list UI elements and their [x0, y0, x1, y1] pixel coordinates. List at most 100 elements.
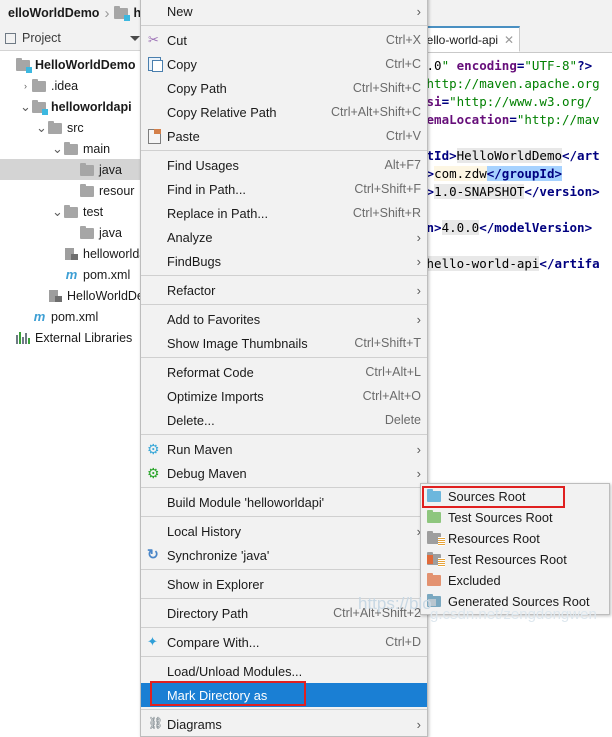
menu-item-analyze[interactable]: Analyze › [141, 225, 427, 249]
close-icon[interactable]: ✕ [504, 33, 514, 47]
menu-item-copy[interactable]: Copy Ctrl+C [141, 52, 427, 76]
module-file-icon [48, 289, 63, 303]
tree-item-pom-xml[interactable]: m pom.xml [0, 306, 145, 327]
chevron-down-icon[interactable] [130, 35, 140, 41]
menu-item-shortcut: Delete [384, 413, 421, 427]
tree-item-external-libraries[interactable]: External Libraries [0, 327, 145, 348]
menu-item-shortcut: Ctrl+Alt+L [365, 365, 421, 379]
folder-module-icon [32, 99, 48, 115]
submenu-item-sources-root[interactable]: Sources Root [421, 486, 609, 507]
tree-item-label: External Libraries [35, 330, 133, 345]
menu-item-compare-with[interactable]: ✦ Compare With... Ctrl+D [141, 630, 427, 654]
tree-item-test[interactable]: ⌄ test [0, 201, 145, 222]
menu-item-refactor[interactable]: Refactor › [141, 278, 427, 302]
menu-item-new[interactable]: New › [141, 0, 427, 23]
tree-item-java[interactable]: java [0, 222, 145, 243]
menu-item-find-usages[interactable]: Find Usages Alt+F7 [141, 153, 427, 177]
project-panel-title: Project [22, 31, 61, 45]
tree-item-helloworldap[interactable]: helloworldap [0, 243, 145, 264]
collapse-arrow-icon[interactable]: ⌄ [51, 205, 64, 218]
menu-item-load-unload-modules[interactable]: Load/Unload Modules... [141, 659, 427, 683]
menu-item-reformat-code[interactable]: Reformat Code Ctrl+Alt+L [141, 360, 427, 384]
menu-icon-slot [145, 494, 167, 510]
menu-separator [141, 275, 427, 276]
collapse-arrow-icon[interactable]: ⌄ [51, 142, 64, 155]
menu-item-shortcut: Ctrl+Shift+C [352, 81, 421, 95]
menu-item-cut[interactable]: ✂ Cut Ctrl+X [141, 28, 427, 52]
code-line: hemaLocation="http://mav [419, 112, 600, 127]
menu-separator [141, 709, 427, 710]
menu-icon-slot [145, 576, 167, 592]
mark-directory-as-submenu[interactable]: Sources Root Test Sources Root Resources R… [420, 483, 610, 615]
menu-item-label: Build Module 'helloworldapi' [167, 494, 325, 510]
breadcrumb-item-project[interactable]: elloWorldDemo [0, 0, 103, 26]
folder-plain-icon [80, 225, 95, 240]
menu-icon-slot [145, 663, 167, 679]
context-menu[interactable]: New › ✂ Cut Ctrl+X Copy Ctrl+C Copy Path Ctrl+Sh… [140, 0, 428, 737]
menu-item-findbugs[interactable]: FindBugs › [141, 249, 427, 273]
submenu-arrow-icon: › [416, 523, 421, 539]
menu-icon-slot [145, 157, 167, 173]
tree-item-pom-xml[interactable]: m pom.xml [0, 264, 145, 285]
tree-item-label: HelloWorldDemo [35, 57, 136, 72]
menu-item-copy-relative-path[interactable]: Copy Relative Path Ctrl+Alt+Shift+C [141, 100, 427, 124]
code-content[interactable]: 1.0" encoding="UTF-8"?> "http://maven.apa… [418, 53, 612, 273]
submenu-item-label: Test Resources Root [448, 552, 567, 567]
menu-icon-slot [145, 253, 167, 269]
menu-item-debug-maven[interactable]: ⚙ Debug Maven › [141, 461, 427, 485]
tree-item-helloworlddemo[interactable]: HelloWorldDemo [0, 285, 145, 306]
menu-icon-slot [145, 205, 167, 221]
menu-item-find-in-path[interactable]: Find in Path... Ctrl+Shift+F [141, 177, 427, 201]
submenu-arrow-icon: › [416, 253, 421, 269]
tree-item-src[interactable]: ⌄ src [0, 117, 145, 138]
menu-item-copy-path[interactable]: Copy Path Ctrl+Shift+C [141, 76, 427, 100]
submenu-item-resources-root[interactable]: Resources Root [421, 528, 609, 549]
menu-item-local-history[interactable]: Local History › [141, 519, 427, 543]
submenu-item-test-sources-root[interactable]: Test Sources Root [421, 507, 609, 528]
submenu-item-excluded[interactable]: Excluded [421, 570, 609, 591]
menu-item-show-in-explorer[interactable]: Show in Explorer [141, 572, 427, 596]
collapse-arrow-icon[interactable]: ⌄ [35, 121, 48, 134]
expand-arrow-icon[interactable]: › [19, 81, 32, 91]
menu-icon-slot [145, 687, 167, 703]
tree-item-helloworldapi[interactable]: ⌄ helloworldapi [0, 96, 145, 117]
menu-item-synchronize-java[interactable]: ↻ Synchronize 'java' [141, 543, 427, 567]
menu-item-optimize-imports[interactable]: Optimize Imports Ctrl+Alt+O [141, 384, 427, 408]
tab-hello-world-api[interactable]: hello-world-api ✕ [418, 26, 521, 52]
tree-item-java[interactable]: java [0, 159, 145, 180]
menu-item-label: FindBugs [167, 253, 222, 269]
tree-item-label: pom.xml [83, 267, 131, 282]
menu-item-run-maven[interactable]: ⚙ Run Maven › [141, 437, 427, 461]
project-panel-header[interactable]: Project [0, 26, 145, 51]
menu-item-show-image-thumbnails[interactable]: Show Image Thumbnails Ctrl+Shift+T [141, 331, 427, 355]
menu-item-delete[interactable]: Delete... Delete [141, 408, 427, 432]
menu-item-label: Delete... [167, 412, 215, 428]
menu-separator [141, 656, 427, 657]
menu-item-mark-directory-as[interactable]: Mark Directory as [141, 683, 427, 707]
collapse-arrow-icon[interactable]: ⌄ [19, 100, 32, 113]
menu-icon-slot [145, 80, 167, 96]
menu-item-add-to-favorites[interactable]: Add to Favorites › [141, 307, 427, 331]
menu-icon-slot [145, 3, 167, 19]
menu-icon-slot [145, 605, 167, 621]
menu-item-diagrams[interactable]: ⛓ Diagrams › [141, 712, 427, 736]
submenu-arrow-icon: › [416, 311, 421, 327]
module-file-icon [64, 247, 79, 261]
breadcrumb-separator: › [104, 4, 110, 22]
menu-item-shortcut: Ctrl+Alt+O [362, 389, 421, 403]
tree-item-main[interactable]: ⌄ main [0, 138, 145, 159]
menu-item-build-module-helloworldapi[interactable]: Build Module 'helloworldapi' [141, 490, 427, 514]
compare-icon: ✦ [147, 634, 158, 649]
menu-icon-slot [145, 104, 167, 120]
menu-item-paste[interactable]: Paste Ctrl+V [141, 124, 427, 148]
tree-item-helloworlddemo[interactable]: HelloWorldDemo [0, 54, 145, 75]
menu-item-label: Find Usages [167, 157, 239, 173]
project-tree[interactable]: HelloWorldDemo › .idea ⌄ helloworldapi ⌄ src ⌄ m… [0, 51, 145, 348]
submenu-item-test-resources-root[interactable]: Test Resources Root [421, 549, 609, 570]
tree-item-resour[interactable]: resour [0, 180, 145, 201]
menu-separator [141, 434, 427, 435]
tree-item--idea[interactable]: › .idea [0, 75, 145, 96]
menu-separator [141, 627, 427, 628]
menu-item-replace-in-path[interactable]: Replace in Path... Ctrl+Shift+R [141, 201, 427, 225]
